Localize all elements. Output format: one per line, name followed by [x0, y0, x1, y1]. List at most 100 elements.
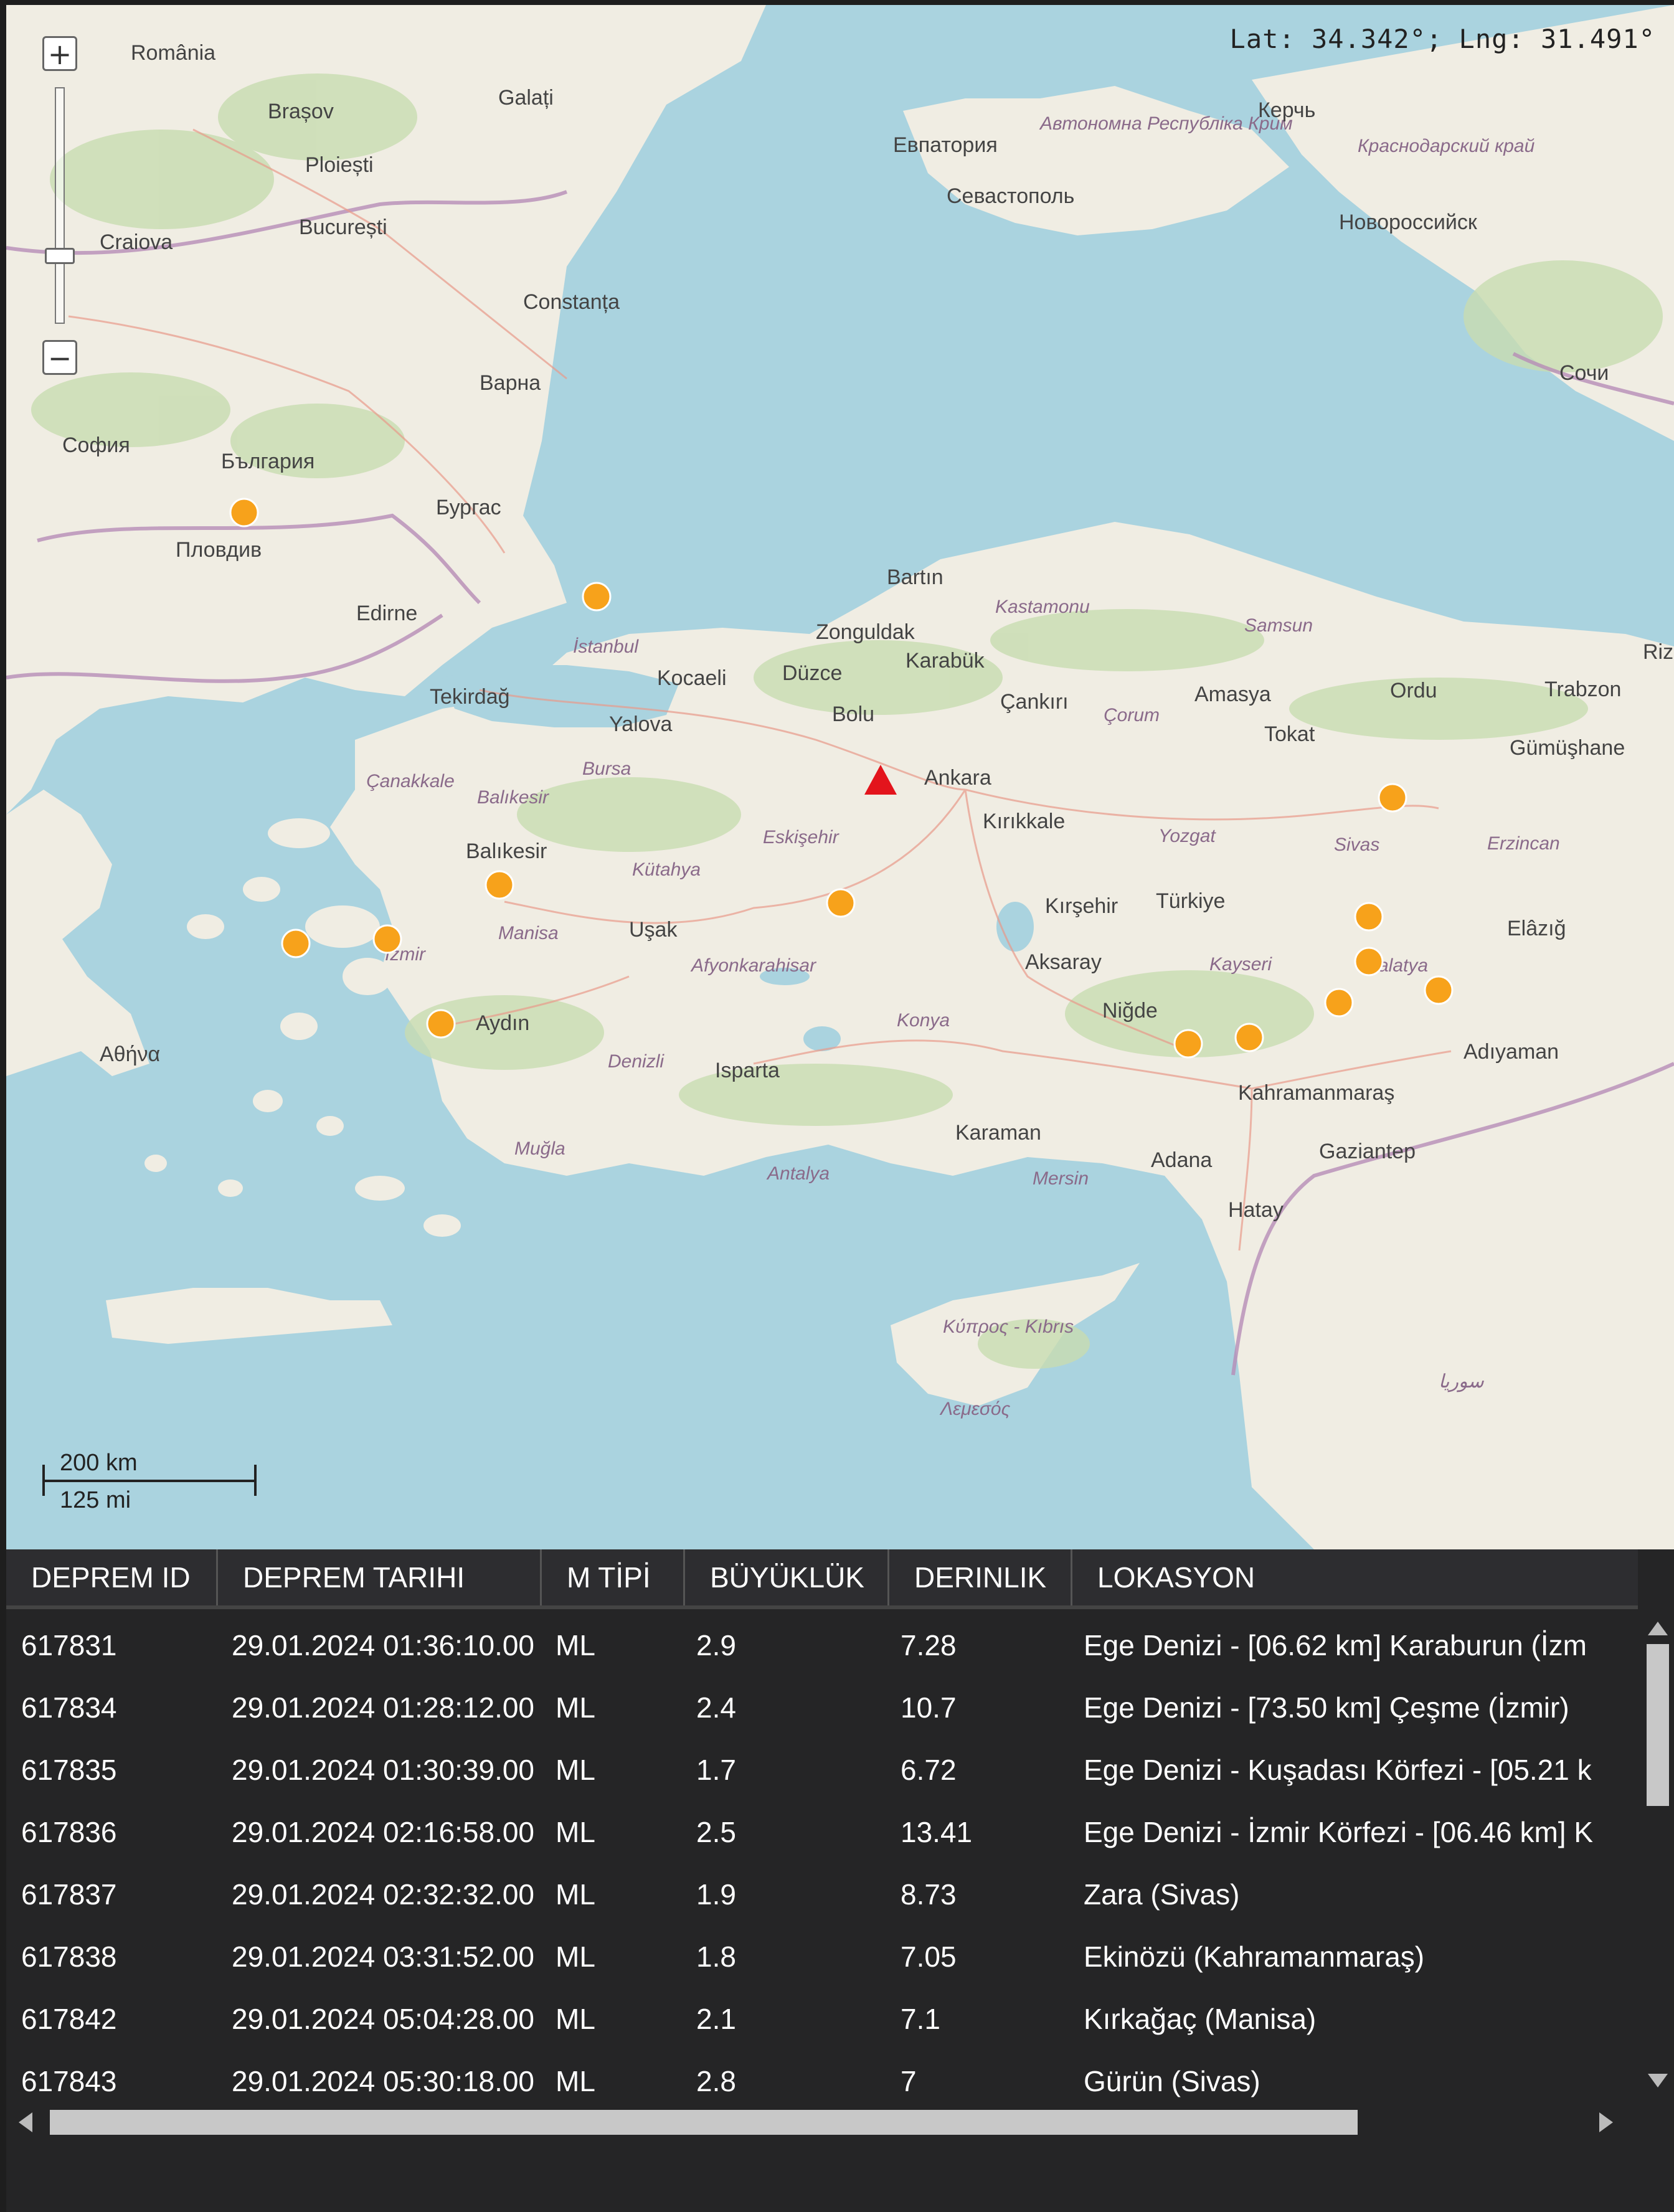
table-row[interactable]: 617838 29.01.2024 03:31:52.00 ML 1.8 7.0… [6, 1926, 1638, 1988]
map-label-suriye: سوريا [1439, 1371, 1484, 1392]
horizontal-scrollbar[interactable] [6, 2104, 1638, 2140]
cell-depth: 7.05 [901, 1940, 957, 1973]
map-label-cankiri: Çankırı [1000, 690, 1069, 714]
scale-line [42, 1480, 254, 1482]
earthquake-table[interactable]: DEPREM ID DEPREM TARIHI M TİPİ BÜYÜKLÜK … [6, 1549, 1674, 2212]
column-header-date[interactable]: DEPREM TARIHI [218, 1549, 542, 1605]
horizontal-scroll-thumb[interactable] [50, 2110, 1358, 2135]
cell-id: 617837 [21, 1878, 117, 1911]
map-scale-bar: 200 km 125 mi [36, 1450, 260, 1513]
cell-mtype: ML [556, 1816, 595, 1848]
column-header-id[interactable]: DEPREM ID [6, 1549, 218, 1605]
map-label-brasov: Brașov [268, 100, 334, 123]
map-label-krym: Автономна Республіка Крим [1039, 113, 1293, 134]
table-header: DEPREM ID DEPREM TARIHI M TİPİ BÜYÜKLÜK … [6, 1549, 1638, 1609]
map-label-tekirdag: Tekirdağ [430, 685, 510, 709]
map-label-tokat: Tokat [1264, 722, 1315, 746]
cell-mtype: ML [556, 1629, 595, 1661]
table-row[interactable]: 617842 29.01.2024 05:04:28.00 ML 2.1 7.1… [6, 1988, 1638, 2050]
map-label-kahramanmaras: Kahramanmaraş [1238, 1081, 1394, 1105]
earthquake-marker[interactable] [426, 1009, 456, 1039]
map-label-romania: România [131, 41, 215, 65]
map-label-kypros: Κύπρος - Kıbrıs [943, 1316, 1074, 1337]
table-row[interactable]: 617836 29.01.2024 02:16:58.00 ML 2.5 13.… [6, 1801, 1638, 1863]
zoom-slider-handle[interactable] [45, 248, 75, 264]
column-header-location[interactable]: LOKASYON [1072, 1549, 1638, 1605]
zoom-slider-track[interactable] [55, 87, 65, 324]
map-label-sofia: София [62, 433, 130, 457]
table-row[interactable]: 617831 29.01.2024 01:36:10.00 ML 2.9 7.2… [6, 1614, 1638, 1676]
map-label-constanta: Constanța [523, 290, 620, 314]
cell-location: Ege Denizi - [73.50 km] Çeşme (İzmir) [1084, 1691, 1569, 1724]
map-label-bulgaria: България [221, 450, 314, 473]
cell-id: 617843 [21, 2065, 117, 2097]
scroll-down-arrow-icon[interactable] [1648, 2074, 1668, 2087]
map-label-sochi: Сочи [1559, 361, 1609, 385]
cell-id: 617835 [21, 1754, 117, 1786]
map-label-eskisehir: Eskişehir [763, 827, 839, 848]
cell-mtype: ML [556, 1940, 595, 1973]
map-label-gumushane: Gümüşhane [1510, 736, 1625, 760]
map-label-kirikkale: Kırıkkale [983, 810, 1065, 833]
map-label-konya: Konya [897, 1010, 950, 1031]
map-label-craiova: Craiova [100, 230, 173, 254]
earthquake-marker[interactable] [582, 582, 612, 612]
scale-mi-label: 125 mi [60, 1487, 131, 1513]
vertical-scroll-thumb[interactable] [1647, 1644, 1669, 1806]
earthquake-marker[interactable] [1354, 947, 1384, 976]
map-label-kerch: Керчь [1258, 98, 1315, 122]
zoom-out-button[interactable]: − [42, 340, 77, 375]
earthquake-marker[interactable] [229, 498, 259, 527]
scroll-left-arrow-icon[interactable] [19, 2112, 32, 2132]
table-row[interactable]: 617835 29.01.2024 01:30:39.00 ML 1.7 6.7… [6, 1739, 1638, 1801]
map-label-samsun: Samsun [1244, 615, 1313, 636]
map-tiles[interactable]: România Brașov Galați Ploiești București… [6, 5, 1674, 1549]
earthquake-marker[interactable] [485, 870, 514, 900]
map-label-sivas: Sivas [1334, 834, 1379, 855]
map-label-aksaray: Aksaray [1025, 950, 1102, 974]
column-header-depth[interactable]: DERINLIK [889, 1549, 1072, 1605]
map-label-turkiye: Türkiye [1156, 889, 1225, 913]
vertical-scrollbar[interactable] [1642, 1619, 1674, 2090]
earthquake-marker[interactable] [372, 924, 402, 954]
zoom-in-button[interactable]: + [42, 36, 77, 71]
table-row[interactable]: 617837 29.01.2024 02:32:32.00 ML 1.9 8.7… [6, 1863, 1638, 1926]
table-row[interactable]: 617834 29.01.2024 01:28:12.00 ML 2.4 10.… [6, 1676, 1638, 1739]
cell-location: Ege Denizi - Kuşadası Körfezi - [05.21 k [1084, 1754, 1592, 1786]
earthquake-marker[interactable] [1173, 1029, 1203, 1059]
table-row[interactable]: 617843 29.01.2024 05:30:18.00 ML 2.8 7 G… [6, 2050, 1638, 2112]
map-label-manisa: Manisa [498, 923, 559, 943]
cell-magnitude: 2.8 [696, 2065, 736, 2097]
cell-date: 29.01.2024 01:28:12.00 [232, 1691, 535, 1724]
scroll-right-arrow-icon[interactable] [1599, 2112, 1613, 2132]
earthquake-map[interactable]: România Brașov Galați Ploiești București… [6, 5, 1674, 1549]
map-label-amasya: Amasya [1194, 683, 1271, 706]
scroll-up-arrow-icon[interactable] [1648, 1622, 1668, 1635]
earthquake-marker[interactable] [281, 929, 311, 958]
scale-km-label: 200 km [60, 1450, 138, 1476]
earthquake-marker[interactable] [1378, 783, 1407, 813]
map-label-ordu: Ordu [1390, 679, 1437, 702]
cell-depth: 6.72 [901, 1754, 957, 1786]
map-label-burgas: Бургас [436, 496, 501, 519]
cell-depth: 10.7 [901, 1691, 957, 1724]
earthquake-marker[interactable] [826, 888, 856, 918]
map-label-elazig: Elâzığ [1507, 917, 1566, 940]
map-label-istanbul: İstanbul [573, 636, 639, 657]
cell-date: 29.01.2024 05:04:28.00 [232, 2003, 535, 2035]
column-header-mtype[interactable]: M TİPİ [542, 1549, 685, 1605]
column-header-magnitude[interactable]: BÜYÜKLÜK [685, 1549, 889, 1605]
earthquake-marker[interactable] [1424, 975, 1454, 1005]
earthquake-marker[interactable] [1234, 1023, 1264, 1052]
map-label-mugla: Muğla [514, 1138, 565, 1159]
earthquake-marker[interactable] [1354, 902, 1384, 932]
map-label-bursa: Bursa [582, 759, 631, 779]
map-label-denizli: Denizli [608, 1051, 664, 1072]
cell-mtype: ML [556, 1754, 595, 1786]
cell-magnitude: 1.7 [696, 1754, 736, 1786]
cell-date: 29.01.2024 02:32:32.00 [232, 1878, 535, 1911]
earthquake-marker[interactable] [1324, 988, 1354, 1018]
map-label-ploiesti: Ploiești [305, 153, 374, 177]
map-label-yozgat: Yozgat [1158, 826, 1216, 846]
map-label-kirsehir: Kırşehir [1045, 894, 1118, 918]
